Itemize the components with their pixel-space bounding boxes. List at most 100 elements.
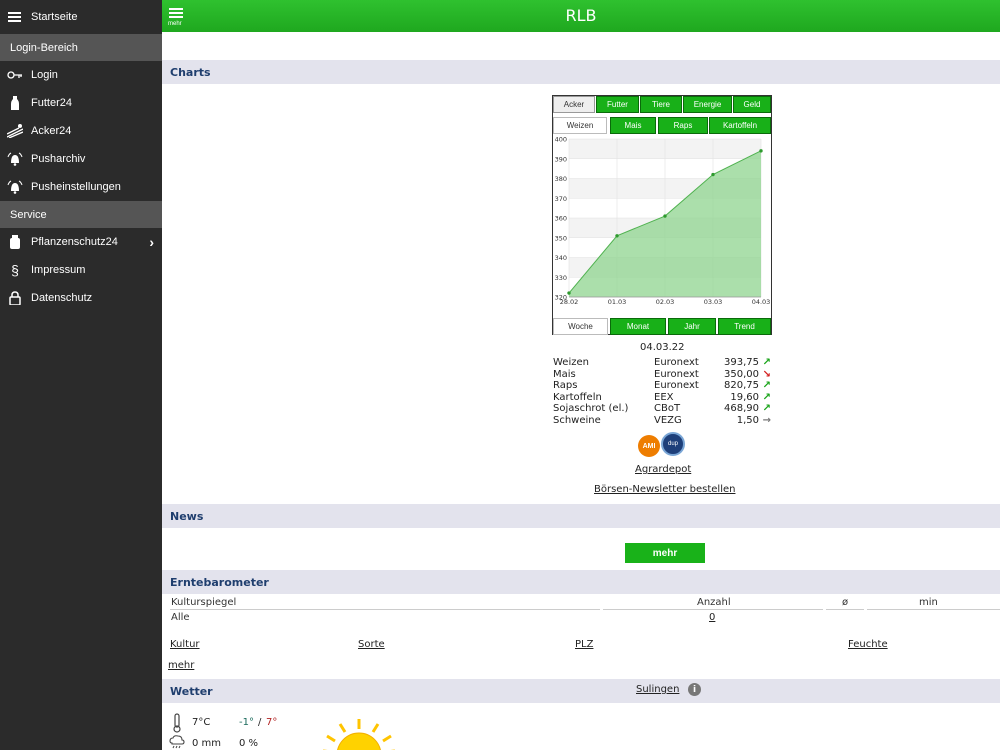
sidebar-item-pflanzenschutz24[interactable]: Pflanzenschutz24 › [0, 228, 162, 256]
x-tick-label: 04.03 [752, 298, 771, 306]
filter-sorte[interactable]: Sorte [358, 639, 385, 650]
sidebar-item-startseite[interactable]: Startseite [0, 0, 162, 34]
quote-name: Sojaschrot (el.) [553, 403, 629, 415]
paragraph-icon: § [11, 262, 19, 278]
quote-exchange: CBoT [654, 403, 681, 415]
sidebar-item-label: Pusheinstellungen [31, 181, 121, 193]
quote-row: Weizen Euronext 393,75 ↗ [553, 357, 773, 369]
divider [170, 609, 600, 610]
sidebar-item-label: Login [31, 69, 58, 81]
top-bar: mehr RLB [162, 0, 1000, 32]
erntebarometer-more-link[interactable]: mehr [168, 660, 194, 671]
bell-icon [7, 151, 23, 167]
sidebar-item-futter24[interactable]: Futter24 [0, 89, 162, 117]
quote-row: Raps Euronext 820,75 ↗ [553, 380, 773, 392]
weather-rain: 0 mm [192, 738, 222, 749]
y-tick-label: 370 [555, 195, 567, 203]
x-tick-label: 01.03 [608, 298, 627, 306]
trend-flat-icon: → [762, 414, 771, 426]
sidebar-item-pusheinstellungen[interactable]: Pusheinstellungen [0, 173, 162, 201]
divider [867, 609, 1000, 610]
data-point [663, 214, 667, 218]
section-heading-news: News [162, 504, 1000, 528]
quote-exchange: Euronext [654, 368, 699, 380]
tab-woche[interactable]: Woche [553, 318, 608, 335]
trend-up-icon: ↗ [762, 391, 771, 403]
tab-tiere[interactable]: Tiere [640, 96, 682, 113]
sidebar-item-label: Acker24 [31, 125, 72, 137]
quote-exchange: VEZG [654, 414, 682, 426]
sidebar-item-label: Futter24 [31, 97, 72, 109]
tab-acker[interactable]: Acker [553, 96, 595, 113]
tab-futter[interactable]: Futter [596, 96, 639, 113]
quote-row: Schweine VEZG 1,50 → [553, 415, 773, 427]
sidebar-section-login: Login-Bereich [0, 34, 162, 61]
ami-logo: AMI [638, 435, 660, 457]
chart-widget: Acker Futter Tiere Energie Geld Weizen M… [552, 95, 772, 335]
col-anzahl: Anzahl [697, 597, 731, 608]
quote-value: 350,00 [724, 368, 759, 380]
trend-up-icon: ↗ [762, 357, 771, 368]
data-point [615, 234, 619, 238]
field-icon [7, 123, 23, 139]
sidebar-item-label: Pusharchiv [31, 153, 86, 165]
sidebar-item-login[interactable]: Login [0, 61, 162, 89]
weather-min: -1° [239, 717, 254, 728]
newsletter-link[interactable]: Börsen-Newsletter bestellen [594, 484, 735, 495]
quote-name: Mais [553, 368, 576, 380]
tab-trend[interactable]: Trend [718, 318, 771, 335]
sidebar-item-label: Startseite [31, 11, 78, 23]
data-point [711, 172, 715, 177]
quote-row: Sojaschrot (el.) CBoT 468,90 ↗ [553, 403, 773, 415]
section-heading-erntebarometer: Erntebarometer [162, 570, 1000, 594]
col-avg: ø [842, 597, 849, 608]
weather-temp: 7°C [192, 717, 211, 728]
tab-jahr[interactable]: Jahr [668, 318, 716, 335]
section-heading-charts: Charts [162, 60, 1000, 84]
sidebar-item-label: Impressum [31, 264, 86, 276]
sun-icon [323, 719, 395, 750]
info-icon[interactable]: i [688, 683, 701, 696]
sidebar-item-impressum[interactable]: § Impressum [0, 256, 162, 284]
lock-icon [7, 290, 23, 306]
sidebar-item-pusharchiv[interactable]: Pusharchiv [0, 145, 162, 173]
agrardepot-link[interactable]: Agrardepot [635, 464, 691, 475]
sidebar-item-label: Pflanzenschutz24 [31, 236, 118, 248]
quote-name: Kartoffeln [553, 391, 602, 403]
quote-value: 393,75 [724, 357, 759, 368]
tab-raps[interactable]: Raps [658, 117, 708, 134]
tab-geld[interactable]: Geld [733, 96, 771, 113]
trend-up-icon: ↗ [762, 403, 771, 415]
y-tick-label: 380 [555, 175, 567, 183]
y-tick-label: 350 [555, 234, 567, 242]
row-alle-count[interactable]: 0 [709, 612, 715, 623]
data-point [567, 291, 571, 295]
x-tick-label: 03.03 [704, 298, 723, 306]
app-title: RLB [565, 6, 597, 25]
quote-name: Raps [553, 380, 578, 392]
menu-icon [7, 9, 23, 25]
rain-cloud-icon [169, 735, 185, 749]
quote-value: 820,75 [724, 380, 759, 392]
tab-monat[interactable]: Monat [610, 318, 666, 335]
y-tick-label: 360 [555, 215, 567, 223]
filter-plz[interactable]: PLZ [575, 639, 593, 650]
filter-kultur[interactable]: Kultur [170, 639, 200, 650]
weather-location-link[interactable]: Sulingen [636, 684, 679, 695]
bell-settings-icon [7, 179, 23, 195]
sidebar-item-datenschutz[interactable]: Datenschutz [0, 284, 162, 312]
chevron-right-icon[interactable]: › [149, 234, 154, 250]
sidebar-item-acker24[interactable]: Acker24 [0, 117, 162, 145]
tab-mais[interactable]: Mais [610, 117, 656, 134]
tab-weizen[interactable]: Weizen [553, 117, 607, 134]
quote-exchange: Euronext [654, 380, 699, 392]
canister-icon [7, 234, 23, 250]
x-tick-label: 28.02 [560, 298, 579, 306]
filter-feuchte[interactable]: Feuchte [848, 639, 888, 650]
news-more-button[interactable]: mehr [625, 543, 705, 563]
partner-logo: dup [661, 432, 685, 456]
weather-max: 7° [266, 717, 278, 728]
divider [603, 609, 823, 610]
tab-energie[interactable]: Energie [683, 96, 732, 113]
tab-kartoffeln[interactable]: Kartoffeln [709, 117, 771, 134]
